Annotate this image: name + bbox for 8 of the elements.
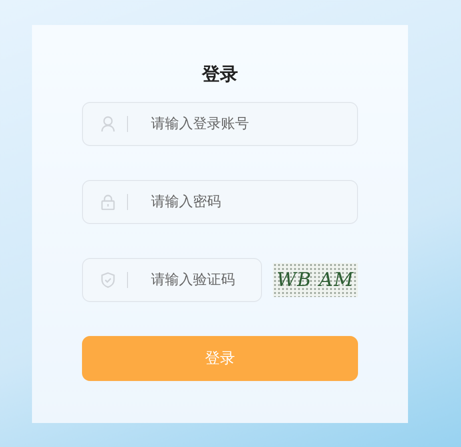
login-title: 登录 — [200, 63, 239, 87]
input-field[interactable]: 请输入验证码 — [82, 258, 262, 302]
shield-check-icon — [101, 272, 115, 288]
lock-icon — [101, 194, 115, 210]
captcha-image[interactable]: WB AM — [273, 263, 358, 297]
input-field[interactable]: 请输入登录账号 — [82, 102, 358, 146]
input-field[interactable]: 请输入密码 — [82, 180, 358, 224]
user-icon — [101, 116, 115, 132]
